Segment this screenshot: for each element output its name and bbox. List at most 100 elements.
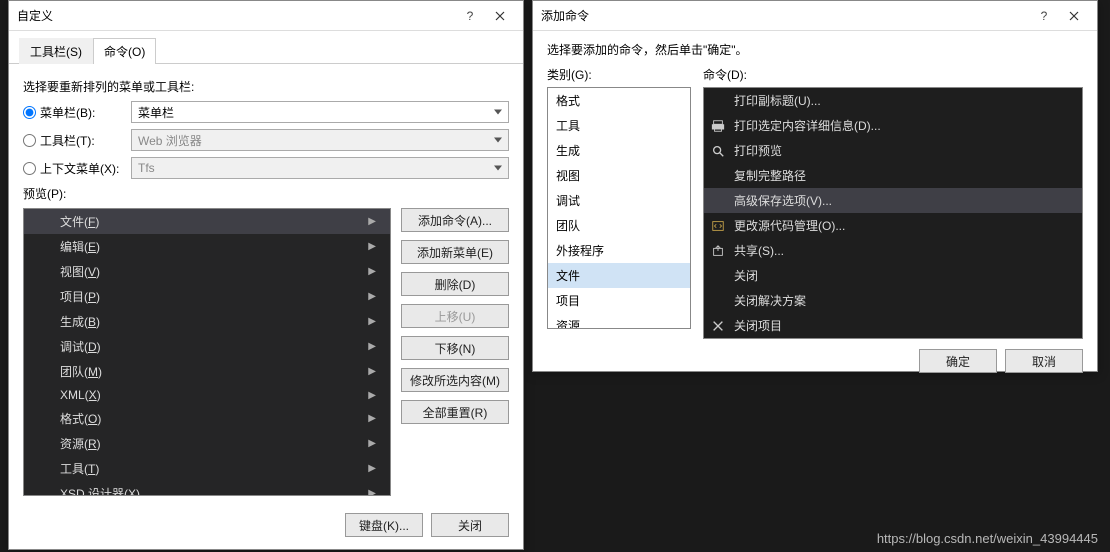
radio-toolbar-input[interactable] [23, 134, 36, 147]
footer-buttons: 键盘(K)... 关闭 [345, 513, 509, 537]
command-label: 共享(S)... [734, 242, 784, 259]
category-item[interactable]: 视图 [548, 163, 690, 188]
radio-context-input[interactable] [23, 162, 36, 175]
category-item[interactable]: 项目 [548, 288, 690, 313]
commands-label: 命令(D): [703, 66, 1083, 83]
blank-icon [710, 168, 726, 184]
delete-button[interactable]: 删除(D) [401, 272, 509, 296]
close-button[interactable] [1059, 4, 1089, 28]
category-item[interactable]: 团队 [548, 213, 690, 238]
command-item[interactable]: 打印预览 [704, 138, 1082, 163]
category-item[interactable]: 工具 [548, 113, 690, 138]
command-label: 打印预览 [734, 142, 782, 159]
preview-item[interactable]: 编辑(E)▶ [24, 234, 390, 259]
preview-item[interactable]: 工具(T)▶ [24, 456, 390, 481]
category-item[interactable]: 文件 [548, 263, 690, 288]
radio-row-context: 上下文菜单(X): Tfs [23, 157, 509, 179]
customize-dialog: 自定义 ? 工具栏(S) 命令(O) 选择要重新排列的菜单或工具栏: 菜单栏(B… [8, 0, 524, 550]
command-item[interactable]: 更改源代码管理(O)... [704, 213, 1082, 238]
command-label: 关闭解决方案 [734, 292, 806, 309]
instruction-text: 选择要添加的命令，然后单击"确定"。 [547, 41, 1083, 58]
add-command-dialog: 添加命令 ? 选择要添加的命令，然后单击"确定"。 类别(G): 格式工具生成视… [532, 0, 1098, 372]
titlebar: 自定义 ? [9, 1, 523, 31]
category-item[interactable]: 调试 [548, 188, 690, 213]
radio-menubar[interactable]: 菜单栏(B): [23, 104, 123, 121]
close-button[interactable] [485, 4, 515, 28]
commands-list[interactable]: 打印副标题(U)... 打印选定内容详细信息(D)... 打印预览复制完整路径高级保… [703, 87, 1083, 339]
reset-button[interactable]: 全部重置(R) [401, 400, 509, 424]
preview-item[interactable]: 视图(V)▶ [24, 259, 390, 284]
preview-item[interactable]: 调试(D)▶ [24, 334, 390, 359]
command-label: 关闭 [734, 267, 758, 284]
category-item[interactable]: 生成 [548, 138, 690, 163]
dialog-body: 选择要添加的命令，然后单击"确定"。 类别(G): 格式工具生成视图调试团队外接… [533, 31, 1097, 383]
preview-item[interactable]: 资源(R)▶ [24, 431, 390, 456]
command-label: 复制完整路径 [734, 167, 806, 184]
radio-row-toolbar: 工具栏(T): Web 浏览器 [23, 129, 509, 151]
blank-icon [710, 93, 726, 109]
category-item[interactable]: 格式 [548, 88, 690, 113]
preview-item[interactable]: 团队(M)▶ [24, 359, 390, 384]
blank-icon [710, 268, 726, 284]
command-item[interactable]: 共享(S)... [704, 238, 1082, 263]
move-down-button[interactable]: 下移(N) [401, 336, 509, 360]
close-icon [710, 318, 726, 334]
add-menu-button[interactable]: 添加新菜单(E) [401, 240, 509, 264]
help-button[interactable]: ? [455, 4, 485, 28]
command-item[interactable]: 复制完整路径 [704, 163, 1082, 188]
preview-icon [710, 143, 726, 159]
tab-bar: 工具栏(S) 命令(O) [9, 31, 523, 64]
command-label: 更改源代码管理(O)... [734, 217, 845, 234]
add-command-button[interactable]: 添加命令(A)... [401, 208, 509, 232]
keyboard-button[interactable]: 键盘(K)... [345, 513, 423, 537]
help-button[interactable]: ? [1029, 4, 1059, 28]
preview-item[interactable]: 生成(B)▶ [24, 309, 390, 334]
footer-buttons: 确定 取消 [547, 349, 1083, 373]
tab-commands[interactable]: 命令(O) [93, 38, 156, 64]
categories-column: 类别(G): 格式工具生成视图调试团队外接程序文件项目资源 [547, 66, 691, 339]
preview-item[interactable]: XSD 设计器(X)▶ [24, 481, 390, 496]
combo-context[interactable]: Tfs [131, 157, 509, 179]
commands-column: 命令(D): 打印副标题(U)... 打印选定内容详细信息(D)... 打印预览复制… [703, 66, 1083, 339]
tab-toolbar[interactable]: 工具栏(S) [19, 38, 93, 64]
dialog-body: 选择要重新排列的菜单或工具栏: 菜单栏(B): 菜单栏 工具栏(T): Web … [9, 64, 523, 506]
dialog-title: 自定义 [17, 7, 455, 24]
category-item[interactable]: 资源 [548, 313, 690, 329]
side-buttons: 添加命令(A)... 添加新菜单(E) 删除(D) 上移(U) 下移(N) 修改… [401, 208, 509, 496]
combo-toolbar[interactable]: Web 浏览器 [131, 129, 509, 151]
section-label: 选择要重新排列的菜单或工具栏: [23, 78, 509, 95]
close-icon [495, 11, 505, 21]
preview-list[interactable]: 文件(F)▶编辑(E)▶视图(V)▶项目(P)▶生成(B)▶调试(D)▶团队(M… [23, 208, 391, 496]
radio-menubar-input[interactable] [23, 106, 36, 119]
command-item[interactable]: 关闭 [704, 263, 1082, 288]
preview-item[interactable]: 文件(F)▶ [24, 209, 390, 234]
modify-button[interactable]: 修改所选内容(M) [401, 368, 509, 392]
ok-button[interactable]: 确定 [919, 349, 997, 373]
preview-area: 文件(F)▶编辑(E)▶视图(V)▶项目(P)▶生成(B)▶调试(D)▶团队(M… [23, 208, 509, 496]
blank-icon [710, 193, 726, 209]
command-item[interactable]: 打印选定内容详细信息(D)... [704, 113, 1082, 138]
radio-row-menubar: 菜单栏(B): 菜单栏 [23, 101, 509, 123]
command-item[interactable]: 关闭项目 [704, 313, 1082, 338]
command-label: 高级保存选项(V)... [734, 192, 832, 209]
preview-item[interactable]: 格式(O)▶ [24, 406, 390, 431]
radio-toolbar[interactable]: 工具栏(T): [23, 132, 123, 149]
command-item[interactable]: 打印副标题(U)... [704, 88, 1082, 113]
titlebar: 添加命令 ? [533, 1, 1097, 31]
categories-list[interactable]: 格式工具生成视图调试团队外接程序文件项目资源 [547, 87, 691, 329]
category-item[interactable]: 外接程序 [548, 238, 690, 263]
watermark: https://blog.csdn.net/weixin_43994445 [877, 531, 1098, 546]
preview-item[interactable]: 项目(P)▶ [24, 284, 390, 309]
command-label: 打印选定内容详细信息(D)... [734, 117, 881, 134]
combo-menubar[interactable]: 菜单栏 [131, 101, 509, 123]
cancel-button[interactable]: 取消 [1005, 349, 1083, 373]
move-up-button[interactable]: 上移(U) [401, 304, 509, 328]
preview-item[interactable]: XML(X)▶ [24, 384, 390, 406]
close-icon [1069, 11, 1079, 21]
two-column-layout: 类别(G): 格式工具生成视图调试团队外接程序文件项目资源 命令(D): 打印副… [547, 66, 1083, 339]
radio-context[interactable]: 上下文菜单(X): [23, 160, 123, 177]
close-dialog-button[interactable]: 关闭 [431, 513, 509, 537]
dialog-title: 添加命令 [541, 7, 1029, 24]
command-item[interactable]: 高级保存选项(V)... [704, 188, 1082, 213]
command-item[interactable]: 关闭解决方案 [704, 288, 1082, 313]
